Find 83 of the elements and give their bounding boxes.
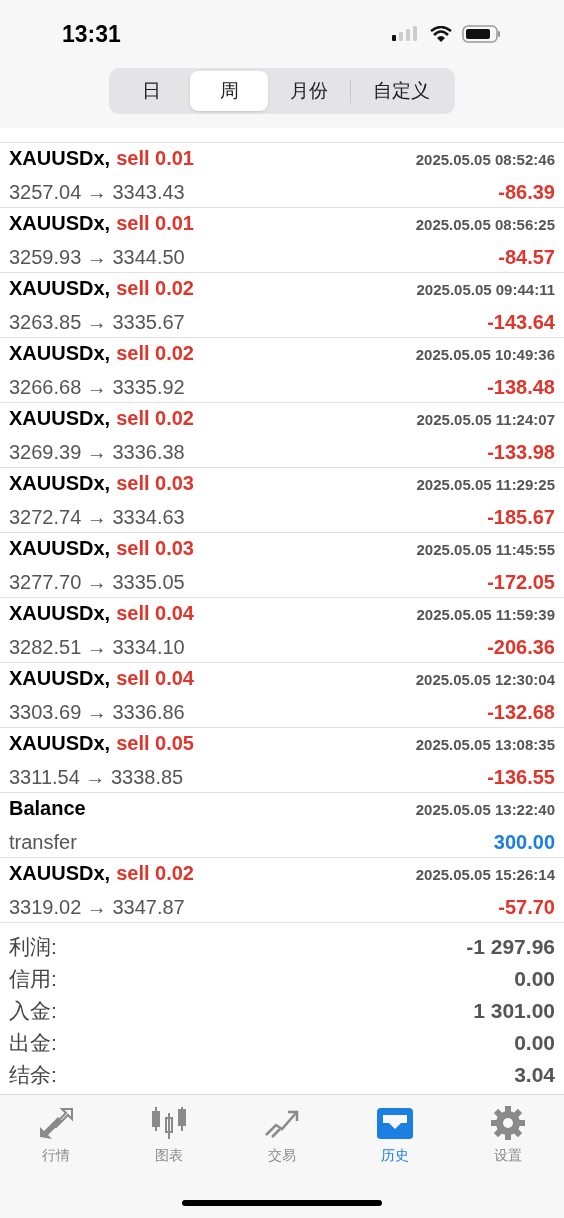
period-tab[interactable]: 周 [190, 71, 268, 111]
inbox-tray-icon [374, 1105, 415, 1141]
deal-symbol: XAUUSDx, [9, 146, 111, 171]
deal-side: sell 0.03 [116, 536, 194, 561]
deal-prices: 3282.51 → 3334.10 [9, 635, 185, 660]
deal-profit: -132.68 [487, 700, 555, 725]
summary-label: 信用: [9, 965, 57, 992]
period-tab[interactable]: 日 [112, 71, 190, 111]
deal-symbol: XAUUSDx, [9, 536, 111, 561]
deal-symbol: XAUUSDx, [9, 341, 111, 366]
period-tab[interactable]: 自定义 [351, 71, 452, 111]
tab-bar-item[interactable]: 行情 [16, 1105, 97, 1166]
deal-symbol: XAUUSDx, [9, 211, 111, 236]
deal-side: sell 0.02 [116, 861, 194, 886]
deal-prices: 3266.68 → 3335.92 [9, 375, 185, 400]
deal-symbol: XAUUSDx, [9, 276, 111, 301]
deal-profit: -133.98 [487, 440, 555, 465]
deal-time: 2025.05.05 12:30:04 [415, 670, 555, 690]
deal-symbol: XAUUSDx, [9, 406, 111, 431]
deal-profit: -138.48 [487, 375, 555, 400]
tab-bar-item[interactable]: 交易 [242, 1105, 322, 1166]
deal-symbol: XAUUSDx, [9, 666, 111, 691]
deal-symbol: XAUUSDx, [9, 601, 111, 626]
deal-symbol: Balance [9, 796, 86, 821]
deal-prices: 3303.69 → 3336.86 [9, 700, 185, 725]
deal-prices: 3272.74 → 3334.63 [9, 505, 185, 530]
battery-icon [462, 25, 502, 43]
deal-time: 2025.05.05 13:22:40 [415, 800, 555, 820]
deal-side: sell 0.05 [116, 731, 194, 756]
summary-label: 出金: [9, 1029, 57, 1056]
summary-value: 0.00 [514, 965, 555, 992]
wifi-icon [430, 25, 452, 43]
deal-profit: -57.70 [498, 895, 555, 920]
summary-label: 入金: [9, 997, 57, 1024]
tab-bar-item[interactable]: 历史 [354, 1105, 435, 1166]
deal-side: sell 0.01 [116, 146, 194, 171]
deal-prices: 3319.02 → 3347.87 [9, 895, 185, 920]
summary-value: 0.00 [514, 1029, 555, 1056]
deal-side: sell 0.03 [116, 471, 194, 496]
deal-time: 2025.05.05 11:24:07 [416, 410, 555, 430]
tab-bar-item[interactable]: 图表 [129, 1105, 210, 1166]
deal-comment: transfer [9, 830, 77, 855]
tab-bar-item[interactable]: 设置 [467, 1105, 548, 1166]
deal-time: 2025.05.05 08:56:25 [415, 215, 555, 235]
deal-profit: -206.36 [487, 635, 555, 660]
deal-time: 2025.05.05 09:44:11 [416, 280, 555, 300]
deal-prices: 3311.54 → 3338.85 [9, 765, 184, 790]
summary-label: 结余: [9, 1061, 57, 1088]
deal-symbol: XAUUSDx, [9, 861, 111, 886]
deal-time: 2025.05.05 13:08:35 [415, 735, 555, 755]
deal-profit: -185.67 [487, 505, 555, 530]
deal-profit: -143.64 [487, 310, 555, 335]
deal-side: sell 0.02 [116, 341, 194, 366]
cellular-signal-icon [392, 25, 420, 43]
deal-prices: 3277.70 → 3335.05 [9, 570, 185, 595]
deal-time: 2025.05.05 08:52:46 [415, 150, 555, 170]
status-time: 13:31 [62, 19, 121, 49]
deal-prices: 3269.39 → 3336.38 [9, 440, 185, 465]
summary-value: 1 301.00 [473, 997, 555, 1024]
deal-profit: -136.55 [487, 765, 555, 790]
deal-profit: -172.05 [487, 570, 555, 595]
deal-prices: 3257.04 → 3343.43 [9, 180, 185, 205]
deal-profit: -86.39 [498, 180, 555, 205]
deal-prices: 3259.93 → 3344.50 [9, 245, 185, 270]
deal-side: sell 0.02 [116, 406, 194, 431]
deal-time: 2025.05.05 11:59:39 [416, 605, 555, 625]
deal-symbol: XAUUSDx, [9, 471, 111, 496]
summary-label: 利润: [9, 933, 57, 960]
deal-profit: -84.57 [498, 245, 555, 270]
deal-time: 2025.05.05 11:29:25 [416, 475, 555, 495]
deal-time: 2025.05.05 11:45:55 [416, 540, 555, 560]
summary-value: -1 297.96 [466, 933, 555, 960]
deal-time: 2025.05.05 10:49:36 [415, 345, 555, 365]
deal-profit: 300.00 [493, 830, 555, 855]
deal-side: sell 0.01 [116, 211, 194, 236]
deal-side: sell 0.04 [116, 601, 194, 626]
deal-side: sell 0.04 [116, 666, 194, 691]
deal-side: sell 0.02 [116, 276, 194, 301]
deal-prices: 3263.85 → 3335.67 [9, 310, 185, 335]
deal-time: 2025.05.05 15:26:14 [415, 865, 555, 885]
period-tab[interactable]: 月份 [268, 71, 350, 111]
summary-value: 3.04 [514, 1061, 555, 1088]
deal-symbol: XAUUSDx, [9, 731, 111, 756]
